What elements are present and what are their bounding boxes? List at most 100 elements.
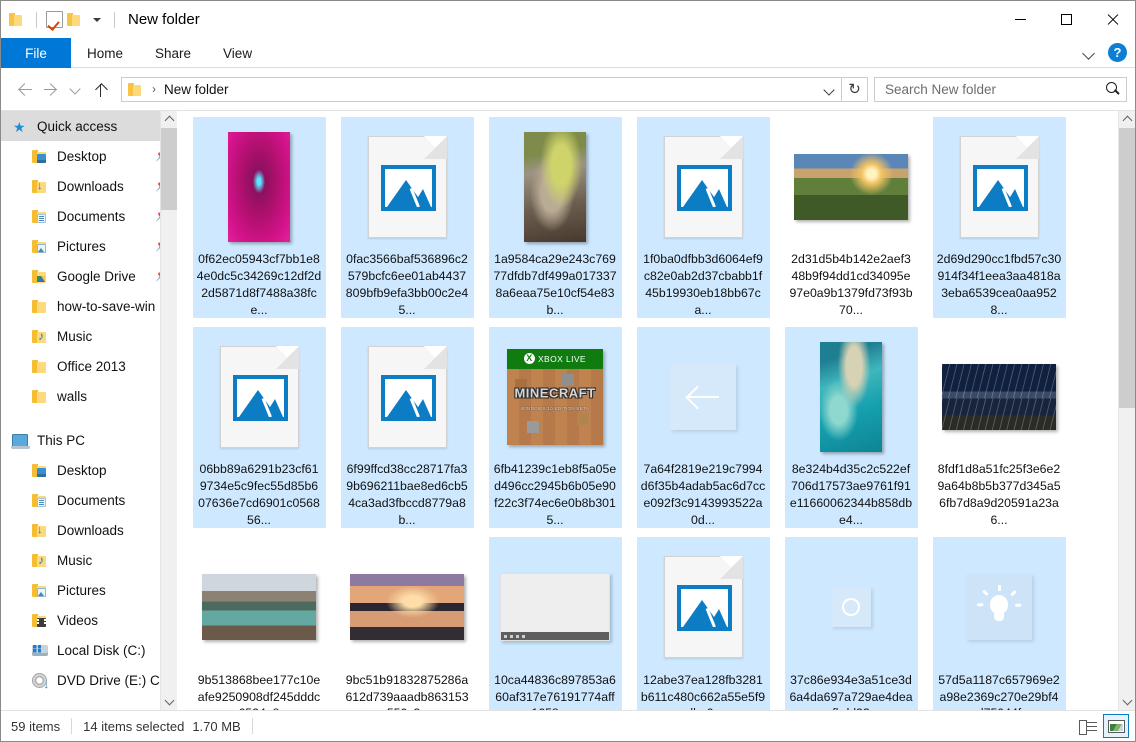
- file-thumbnail: [637, 332, 770, 461]
- folder-desktop-icon: [31, 148, 51, 165]
- file-item[interactable]: 6f99ffcd38cc28717fa39b696211bae8ed6cb54c…: [333, 327, 481, 537]
- content-scrollbar[interactable]: [1118, 111, 1135, 710]
- file-name-label: 0fac3566baf536896c2579bcfc6ee01ab4437809…: [345, 252, 469, 317]
- customize-qat-caret-icon[interactable]: [89, 12, 105, 28]
- tab-share[interactable]: Share: [139, 38, 207, 68]
- sidebar-item-pc-desktop[interactable]: Desktop: [1, 455, 177, 485]
- navigation-scrollbar[interactable]: [160, 111, 177, 710]
- file-item[interactable]: 06bb89a6291b23cf619734e5c9fec55d85b60763…: [185, 327, 333, 537]
- tab-view[interactable]: View: [207, 38, 268, 68]
- sidebar-group-spacer: [1, 411, 177, 425]
- sidebar-item-pc-documents[interactable]: Documents: [1, 485, 177, 515]
- lightbulb-tile-icon: [966, 574, 1032, 640]
- search-input[interactable]: [883, 80, 1104, 98]
- file-item[interactable]: 2d31d5b4b142e2aef348b9f94dd1cd34095e97e0…: [777, 117, 925, 327]
- window-title: New folder: [128, 11, 200, 28]
- minecraft-xbox-thumbnail: X XBOX LIVE MINECRAFT WINDOWS 10 EDITION BE…: [507, 348, 603, 445]
- scroll-up-icon[interactable]: [161, 111, 177, 128]
- sidebar-label: Documents: [57, 208, 126, 224]
- sidebar-item-dvd-drive-e[interactable]: DVD Drive (E:) C: [1, 665, 177, 695]
- sidebar-item-quick-access[interactable]: ★ Quick access: [1, 111, 177, 141]
- file-item[interactable]: 0f62ec05943cf7bb1e84e0dc5c34269c12df2d2d…: [185, 117, 333, 327]
- scroll-down-icon[interactable]: [161, 693, 177, 710]
- file-item[interactable]: 0fac3566baf536896c2579bcfc6ee01ab4437809…: [333, 117, 481, 327]
- sidebar-item-walls[interactable]: walls: [1, 381, 177, 411]
- scrollbar-thumb[interactable]: [161, 128, 177, 210]
- file-item-body: 1a9584ca29e243c76977dfdb7df499a0173378a6…: [488, 117, 622, 318]
- thumbnail-view-button[interactable]: [1103, 714, 1129, 738]
- file-item[interactable]: 8fdf1d8a51fc25f3e6e29a64b8b5b377d345a56f…: [925, 327, 1073, 537]
- sidebar-item-this-pc[interactable]: This PC: [1, 425, 177, 455]
- properties-folder-icon[interactable]: [9, 12, 27, 27]
- close-button[interactable]: [1089, 1, 1135, 38]
- sidebar-label: Videos: [57, 612, 99, 628]
- details-view-button[interactable]: [1075, 714, 1101, 738]
- sidebar-item-pictures[interactable]: Pictures 📌: [1, 231, 177, 261]
- file-item[interactable]: 9bc51b91832875286a612d739aaadb863153550c…: [333, 537, 481, 710]
- breadcrumb-current[interactable]: New folder: [164, 82, 229, 97]
- breadcrumb-separator[interactable]: ›: [152, 82, 156, 96]
- chevron-down-icon[interactable]: [1080, 44, 1098, 62]
- scroll-up-icon[interactable]: [1119, 111, 1135, 128]
- file-list-pane[interactable]: 0f62ec05943cf7bb1e84e0dc5c34269c12df2d2d…: [177, 111, 1135, 710]
- file-item[interactable]: 7a64f2819e219c7994d6f35b4adab5ac6d7cce09…: [629, 327, 777, 537]
- file-item[interactable]: X XBOX LIVE MINECRAFT WINDOWS 10 EDITION BE…: [481, 327, 629, 537]
- sidebar-item-google-drive[interactable]: Google Drive 📌: [1, 261, 177, 291]
- file-item[interactable]: 37c86e934e3a51ce3d6a4da697a729ae4deafbdd…: [777, 537, 925, 710]
- sidebar-item-downloads[interactable]: Downloads 📌: [1, 171, 177, 201]
- sidebar-item-pc-downloads[interactable]: Downloads: [1, 515, 177, 545]
- new-folder-check-icon[interactable]: [46, 11, 63, 28]
- sidebar-item-how-to-save-win[interactable]: how-to-save-win: [1, 291, 177, 321]
- file-thumbnail: [193, 332, 326, 461]
- file-item[interactable]: 9b513868bee177c10eafe9250908df245dddc652…: [185, 537, 333, 710]
- view-buttons: [1075, 714, 1129, 738]
- file-thumbnail: [341, 332, 474, 461]
- scrollbar-thumb[interactable]: [1119, 128, 1135, 408]
- file-item[interactable]: 12abe37ea128fb3281b611c480c662a55e5f9dba…: [629, 537, 777, 710]
- search-icon[interactable]: [1104, 80, 1122, 98]
- breadcrumb[interactable]: › New folder: [121, 76, 842, 102]
- file-item[interactable]: 57d5a1187c657969e2a98e2369c270e29bf4d750…: [925, 537, 1073, 710]
- new-folder-icon[interactable]: [67, 12, 85, 27]
- sidebar-label: Music: [57, 328, 93, 344]
- file-item[interactable]: 2d69d290cc1fbd57c30914f34f1eea3aa4818a3e…: [925, 117, 1073, 327]
- maximize-button[interactable]: [1043, 1, 1089, 38]
- file-item-body: 12abe37ea128fb3281b611c480c662a55e5f9dba…: [636, 537, 770, 710]
- file-item[interactable]: 1a9584ca29e243c76977dfdb7df499a0173378a6…: [481, 117, 629, 327]
- scroll-down-icon[interactable]: [1119, 693, 1135, 710]
- sidebar-item-music[interactable]: Music: [1, 321, 177, 351]
- file-item[interactable]: 10ca44836c897853a660af317e76191774aff165…: [481, 537, 629, 710]
- folder-music-icon: [31, 328, 51, 345]
- sidebar-label: Documents: [57, 492, 126, 508]
- sidebar-label: how-to-save-win: [57, 298, 156, 314]
- refresh-button[interactable]: ↻: [842, 76, 868, 102]
- sidebar-item-pc-videos[interactable]: Videos: [1, 605, 177, 635]
- file-name-label: 8fdf1d8a51fc25f3e6e29a64b8b5b377d345a56f…: [937, 462, 1061, 527]
- arrow-up-icon: [92, 80, 111, 99]
- breadcrumb-dropdown-icon[interactable]: [819, 78, 839, 101]
- folder-downloads-icon: [31, 522, 51, 539]
- sidebar-label: Music: [57, 552, 93, 568]
- sidebar-item-documents[interactable]: Documents 📌: [1, 201, 177, 231]
- tab-file[interactable]: File: [1, 38, 71, 68]
- recent-locations-button[interactable]: [65, 75, 87, 103]
- sidebar-item-pc-pictures[interactable]: Pictures: [1, 575, 177, 605]
- folder-music-icon: [31, 552, 51, 569]
- search-box[interactable]: [874, 76, 1127, 102]
- dvd-drive-icon: [31, 672, 51, 690]
- back-button[interactable]: [9, 75, 37, 103]
- forward-button[interactable]: [37, 75, 65, 103]
- file-item[interactable]: 8e324b4d35c2c522ef706d17573ae9761f91e116…: [777, 327, 925, 537]
- up-button[interactable]: [87, 75, 115, 103]
- sidebar-item-desktop[interactable]: Desktop 📌: [1, 141, 177, 171]
- file-item[interactable]: 1f0ba0dfbb3d6064ef9c82e0ab2d37cbabb1f45b…: [629, 117, 777, 327]
- minimize-button[interactable]: [997, 1, 1043, 38]
- sidebar-item-office-2013[interactable]: Office 2013: [1, 351, 177, 381]
- folder-icon: [31, 298, 51, 315]
- sidebar-item-pc-music[interactable]: Music: [1, 545, 177, 575]
- sidebar-item-local-disk-c[interactable]: Local Disk (C:): [1, 635, 177, 665]
- help-icon[interactable]: ?: [1108, 43, 1127, 62]
- file-thumbnail: [637, 542, 770, 672]
- file-item-body: 9b513868bee177c10eafe9250908df245dddc652…: [193, 537, 326, 710]
- tab-home[interactable]: Home: [71, 38, 139, 68]
